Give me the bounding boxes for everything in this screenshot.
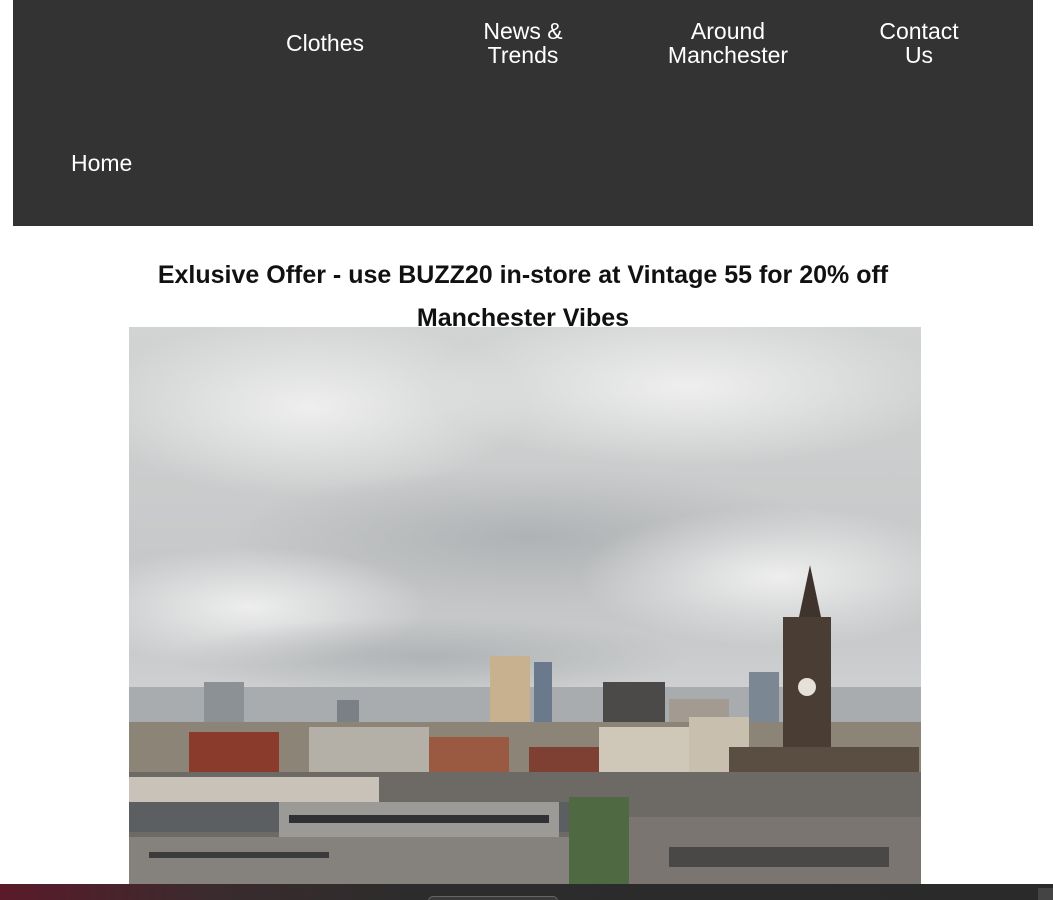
manchester-skyline-photo bbox=[129, 327, 921, 885]
nav-link-contact-us[interactable]: Contact Us bbox=[873, 19, 965, 67]
nav-link-clothes[interactable]: Clothes bbox=[283, 31, 367, 55]
nav-link-home[interactable]: Home bbox=[71, 151, 141, 175]
scrollbar-corner bbox=[1038, 888, 1053, 900]
nav-link-around-manchester[interactable]: Around Manchester bbox=[660, 19, 796, 67]
taskbar-search-box[interactable] bbox=[428, 896, 558, 900]
offer-heading: Exlusive Offer - use BUZZ20 in-store at … bbox=[157, 260, 889, 289]
page: Clothes News & Trends Around Manchester … bbox=[0, 0, 1053, 900]
nav-link-news-trends[interactable]: News & Trends bbox=[475, 19, 571, 67]
main-navigation: Clothes News & Trends Around Manchester … bbox=[13, 0, 1033, 226]
